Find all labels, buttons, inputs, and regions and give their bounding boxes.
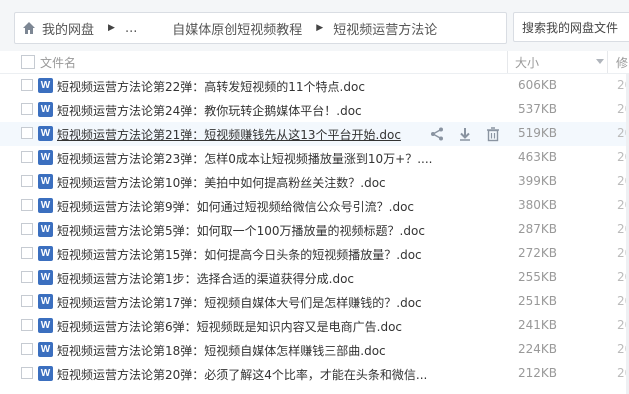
file-size: 212KB bbox=[518, 366, 558, 380]
word-doc-icon: W bbox=[38, 126, 53, 141]
row-checkbox[interactable] bbox=[21, 223, 33, 235]
file-size: 272KB bbox=[518, 246, 558, 260]
row-checkbox[interactable] bbox=[21, 319, 33, 331]
file-row[interactable]: W 短视频运营方法论第5弹：如何取一个100万播放量的视频标题？.doc 287KB… bbox=[0, 218, 629, 242]
file-name[interactable]: 短视频运营方法论第20弹：必须了解这4个比率，才能在头条和微信... bbox=[57, 366, 427, 383]
file-row[interactable]: W短视频运营方法论第21弹：短视频赚钱先从这13个平台开始.doc519KB20 bbox=[0, 122, 629, 146]
column-header-name[interactable]: 文件名 bbox=[40, 54, 76, 71]
row-checkbox[interactable] bbox=[21, 247, 33, 259]
word-doc-icon: W bbox=[38, 198, 53, 213]
chevron-right-icon: ▶ bbox=[108, 23, 115, 33]
file-name[interactable]: 短视频运营方法论第21弹：短视频赚钱先从这13个平台开始.doc bbox=[57, 126, 401, 143]
file-size: 251KB bbox=[518, 294, 558, 308]
breadcrumb: 我的网盘 ▶ ... ▶ 自媒体原创短视频教程 ▶ 短视频运营方法论 bbox=[14, 12, 507, 44]
chevron-right-icon: ▶ bbox=[316, 23, 324, 33]
file-size: 380KB bbox=[518, 198, 558, 212]
file-row[interactable]: W 短视频运营方法论第20弹：必须了解这4个比率，才能在头条和微信... 212KB… bbox=[0, 362, 629, 386]
file-name[interactable]: 短视频运营方法论第6弹：短视频既是知识内容又是电商广告.doc bbox=[57, 318, 402, 335]
file-size: 463KB bbox=[518, 150, 558, 164]
row-checkbox[interactable] bbox=[21, 127, 33, 139]
row-checkbox[interactable] bbox=[21, 271, 33, 283]
search-input[interactable]: 搜索我的网盘文件 bbox=[513, 12, 629, 42]
word-doc-icon: W bbox=[38, 78, 53, 93]
file-name[interactable]: 短视频运营方法论第22弹：高转发短视频的11个特点.doc bbox=[57, 78, 365, 95]
file-row[interactable]: W短视频运营方法论第6弹：短视频既是知识内容又是电商广告.doc241KB20 bbox=[0, 314, 629, 338]
breadcrumb-item-ellipsis[interactable]: ... bbox=[125, 21, 137, 36]
word-doc-icon: W bbox=[38, 366, 53, 381]
row-checkbox[interactable] bbox=[21, 295, 33, 307]
breadcrumb-item-folder[interactable]: 自媒体原创短视频教程 bbox=[172, 19, 302, 38]
row-checkbox[interactable] bbox=[21, 103, 33, 115]
file-size: 519KB bbox=[518, 126, 558, 140]
file-name[interactable]: 短视频运营方法论第23弹：怎样0成本让短视频播放量涨到10万+？.... bbox=[57, 150, 433, 167]
row-checkbox[interactable] bbox=[21, 175, 33, 187]
file-name[interactable]: 短视频运营方法论第24弹：教你玩转企鹅媒体平台！.doc bbox=[57, 102, 362, 119]
column-divider bbox=[607, 51, 608, 73]
word-doc-icon: W bbox=[38, 150, 53, 165]
file-size: 606KB bbox=[518, 78, 558, 92]
word-doc-icon: W bbox=[38, 294, 53, 309]
file-row[interactable]: W短视频运营方法论第18弹：短视频自媒体怎样赚钱三部曲.doc224KB20 bbox=[0, 338, 629, 362]
file-name[interactable]: 短视频运营方法论第18弹：短视频自媒体怎样赚钱三部曲.doc bbox=[57, 342, 386, 359]
file-name[interactable]: 短视频运营方法论第10弹：美拍中如何提高粉丝关注数？.doc bbox=[57, 174, 386, 191]
download-icon[interactable] bbox=[457, 126, 473, 142]
word-doc-icon: W bbox=[38, 270, 53, 285]
sort-arrow-icon[interactable] bbox=[596, 59, 604, 64]
file-name[interactable]: 短视频运营方法论第15弹：如何提高今日头条的短视频播放量？.doc bbox=[57, 246, 422, 263]
file-list: W短视频运营方法论第22弹：高转发短视频的11个特点.doc606KB20W短视… bbox=[0, 74, 629, 386]
file-row[interactable]: W短视频运营方法论第24弹：教你玩转企鹅媒体平台！.doc537KB20 bbox=[0, 98, 629, 122]
file-row[interactable]: W 短视频运营方法论第17弹：短视频自媒体大号们是怎样赚钱的？.doc 251KB 2… bbox=[0, 290, 629, 314]
search-placeholder: 搜索我的网盘文件 bbox=[522, 20, 619, 35]
file-row[interactable]: W 短视频运营方法论第15弹：如何提高今日头条的短视频播放量？.doc 272KB 2… bbox=[0, 242, 629, 266]
file-row[interactable]: W短视频运营方法论第9弹：如何通过短视频给微信公众号引流？.doc380KB20 bbox=[0, 194, 629, 218]
file-row[interactable]: W短视频运营方法论第1步：选择合适的渠道获得分成.doc255KB20 bbox=[0, 266, 629, 290]
file-name[interactable]: 短视频运营方法论第1步：选择合适的渠道获得分成.doc bbox=[57, 270, 354, 287]
file-row[interactable]: W短视频运营方法论第22弹：高转发短视频的11个特点.doc606KB20 bbox=[0, 74, 629, 98]
file-size: 537KB bbox=[518, 102, 558, 116]
file-row[interactable]: W 短视频运营方法论第23弹：怎样0成本让短视频播放量涨到10万+？.... 463… bbox=[0, 146, 629, 170]
word-doc-icon: W bbox=[38, 318, 53, 333]
file-name[interactable]: 短视频运营方法论第5弹：如何取一个100万播放量的视频标题？.doc bbox=[57, 222, 425, 239]
breadcrumb-item-root[interactable]: 我的网盘 bbox=[42, 19, 94, 38]
file-size: 241KB bbox=[518, 318, 558, 332]
file-size: 287KB bbox=[518, 222, 558, 236]
column-divider bbox=[507, 51, 508, 73]
column-header-modified[interactable]: 修 bbox=[616, 54, 628, 71]
word-doc-icon: W bbox=[38, 342, 53, 357]
file-size: 399KB bbox=[518, 174, 558, 188]
home-icon[interactable] bbox=[22, 21, 36, 35]
row-checkbox[interactable] bbox=[21, 79, 33, 91]
file-row[interactable]: W短视频运营方法论第10弹：美拍中如何提高粉丝关注数？.doc399KB20 bbox=[0, 170, 629, 194]
file-name[interactable]: 短视频运营方法论第9弹：如何通过短视频给微信公众号引流？.doc bbox=[57, 198, 414, 215]
word-doc-icon: W bbox=[38, 174, 53, 189]
row-checkbox[interactable] bbox=[21, 343, 33, 355]
file-size: 224KB bbox=[518, 342, 558, 356]
trash-icon[interactable] bbox=[485, 126, 501, 142]
word-doc-icon: W bbox=[38, 222, 53, 237]
row-checkbox[interactable] bbox=[21, 151, 33, 163]
select-all-checkbox[interactable] bbox=[21, 55, 35, 69]
row-checkbox[interactable] bbox=[21, 199, 33, 211]
row-checkbox[interactable] bbox=[21, 367, 33, 379]
word-doc-icon: W bbox=[38, 246, 53, 261]
file-name[interactable]: 短视频运营方法论第17弹：短视频自媒体大号们是怎样赚钱的？.doc bbox=[57, 294, 422, 311]
file-size: 255KB bbox=[518, 270, 558, 284]
column-header-size[interactable]: 大小 bbox=[515, 54, 539, 71]
toolbar: 我的网盘 ▶ ... ▶ 自媒体原创短视频教程 ▶ 短视频运营方法论 搜索我的网… bbox=[0, 0, 629, 52]
file-list-header: 文件名 大小 修 bbox=[0, 51, 629, 74]
share-icon[interactable] bbox=[429, 126, 445, 142]
word-doc-icon: W bbox=[38, 102, 53, 117]
breadcrumb-item-current: 短视频运营方法论 bbox=[333, 22, 438, 38]
